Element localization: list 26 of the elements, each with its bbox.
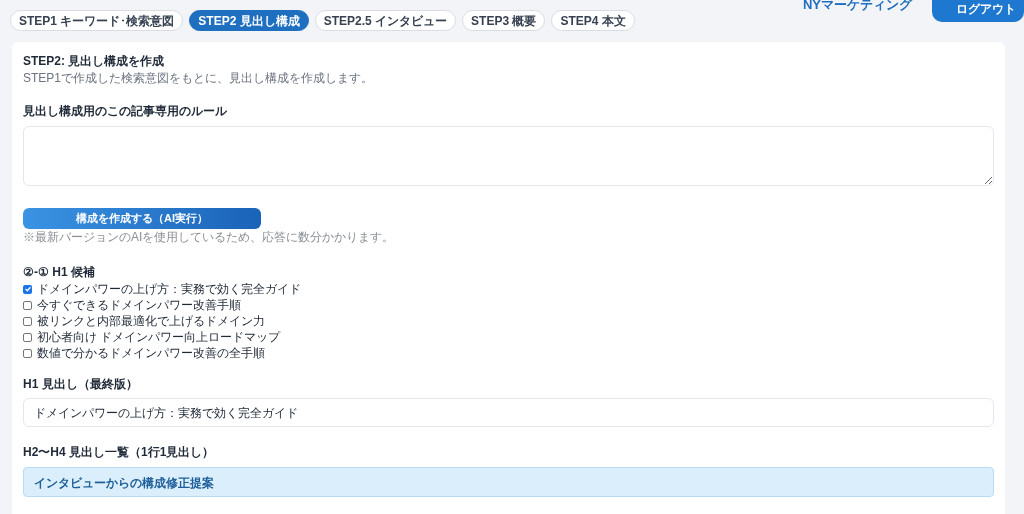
interview-box-title: インタビューからの構成修正提案 [34,476,214,490]
step-tab[interactable]: STEP1 キーワード･検索意図 [10,10,184,31]
h1-candidate-label: 今すぐできるドメインパワー改善手順 [37,297,241,313]
h2-h4-label: H2〜H4 見出し一覧（1行1見出し） [23,444,216,461]
checkbox[interactable] [23,316,32,326]
h1-candidate-label: 初心者向け ドメインパワー向上ロードマップ [37,329,281,345]
checkbox[interactable] [23,348,32,358]
h1-candidate-label: 被リンクと内部最適化で上げるドメイン力 [37,313,265,329]
checkbox[interactable] [23,284,32,294]
panel-title: STEP2: 見出し構成を作成 [23,53,166,70]
logout-button[interactable]: ログアウト [932,0,1024,22]
rules-label: 見出し構成用のこの記事専用のルール [23,103,228,120]
checkbox[interactable] [23,332,32,342]
h1-candidate-label: ドメインパワーの上げ方：実務で効く完全ガイド [37,281,301,297]
h1-final-field[interactable]: ドメインパワーの上げ方：実務で効く完全ガイド [23,398,994,427]
step-tab[interactable]: STEP2.5 インタビュー [314,10,457,31]
h1-candidates-title: ②-① H1 候補 [23,264,96,281]
h1-candidate-label: 数値で分かるドメインパワー改善の全手順 [37,345,265,361]
panel-description: STEP1で作成した検索意図をもとに、見出し構成を作成します。 [23,71,374,86]
step-tab[interactable]: STEP4 本文 [551,10,635,31]
checkbox[interactable] [23,300,32,310]
run-note: ※最新バージョンのAIを使用しているため、応答に数分かかります。 [23,230,396,245]
step-tab[interactable]: STEP2 見出し構成 [189,10,309,31]
run-button[interactable]: 構成を作成する（AI実行） [23,208,261,229]
step-tab[interactable]: STEP3 概要 [462,10,546,31]
h1-final-label: H1 見出し（最終版） [23,376,139,393]
